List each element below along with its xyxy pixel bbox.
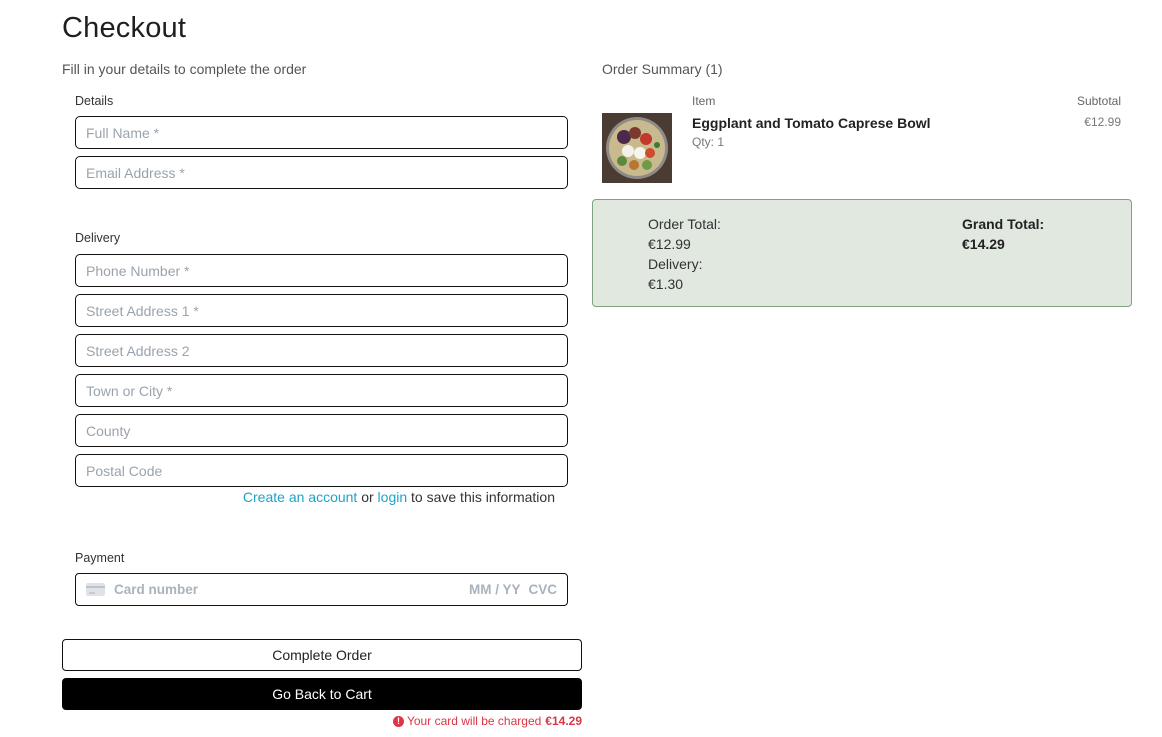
page-title: Checkout	[62, 12, 187, 44]
product-name: Eggplant and Tomato Caprese Bowl	[692, 115, 931, 131]
order-summary-title: Order Summary (1)	[602, 61, 723, 77]
complete-order-button[interactable]: Complete Order	[62, 639, 582, 671]
card-expiry-field[interactable]: MM / YY	[469, 582, 521, 597]
delivery-label: Delivery	[75, 231, 121, 245]
credit-card-icon	[86, 583, 105, 596]
delivery-label-total: Delivery:	[648, 256, 703, 272]
postal-code-input[interactable]	[75, 454, 568, 487]
email-input[interactable]	[75, 156, 568, 189]
details-label: Details	[75, 94, 114, 108]
save-info-prompt: Create an account or login to save this …	[75, 489, 555, 505]
phone-input[interactable]	[75, 254, 568, 287]
order-total-value: €12.99	[648, 236, 691, 252]
delivery-value: €1.30	[648, 276, 684, 292]
town-city-input[interactable]	[75, 374, 568, 407]
card-number-field[interactable]: Card number	[114, 582, 469, 597]
totals-box: Order Total: €12.99 Delivery: €1.30 Gran…	[592, 199, 1132, 307]
full-name-input[interactable]	[75, 116, 568, 149]
item-column-header: Item	[692, 94, 716, 108]
charge-notice-text: Your card will be charged	[406, 714, 542, 728]
card-cvc-field[interactable]: CVC	[528, 582, 557, 597]
save-info-suffix: to save this information	[411, 489, 555, 505]
product-price: €12.99	[1084, 115, 1121, 129]
street-address-2-input[interactable]	[75, 334, 568, 367]
or-text: or	[361, 489, 374, 505]
county-input[interactable]	[75, 414, 568, 447]
product-image	[602, 113, 672, 183]
grand-total-label: Grand Total:	[962, 216, 1045, 232]
alert-circle-icon: !	[392, 715, 404, 727]
card-element[interactable]: Card number MM / YY CVC	[75, 573, 568, 606]
back-to-cart-button[interactable]: Go Back to Cart	[62, 678, 582, 710]
login-link[interactable]: login	[378, 489, 408, 505]
product-qty: Qty: 1	[692, 135, 725, 149]
order-total-label: Order Total:	[648, 216, 721, 232]
create-account-link[interactable]: Create an account	[243, 489, 357, 505]
charge-amount: €14.29	[545, 714, 582, 728]
subtotal-column-header: Subtotal	[1076, 94, 1121, 108]
charge-notice: ! Your card will be charged €14.29	[62, 714, 582, 728]
street-address-1-input[interactable]	[75, 294, 568, 327]
page-subtitle: Fill in your details to complete the ord…	[62, 61, 307, 77]
payment-label: Payment	[75, 551, 125, 565]
grand-total-value: €14.29	[962, 236, 1005, 252]
